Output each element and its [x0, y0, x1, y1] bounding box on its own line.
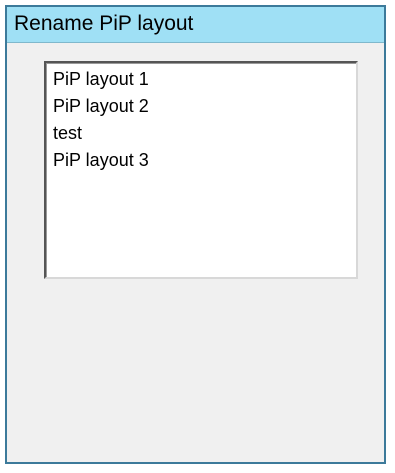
rename-pip-layout-dialog: Rename PiP layout PiP layout 1 PiP layou…	[5, 5, 386, 464]
pip-layout-list[interactable]: PiP layout 1 PiP layout 2 test PiP layou…	[44, 61, 358, 279]
list-item-pip-layout-2[interactable]: PiP layout 2	[53, 95, 149, 117]
list-item-pip-layout-3[interactable]: PiP layout 3	[53, 149, 149, 171]
list-item-test[interactable]: test	[53, 122, 82, 144]
title-bar: Rename PiP layout	[7, 7, 384, 43]
list-item-pip-layout-1[interactable]: PiP layout 1	[53, 68, 149, 90]
dialog-title: Rename PiP layout	[14, 12, 194, 35]
